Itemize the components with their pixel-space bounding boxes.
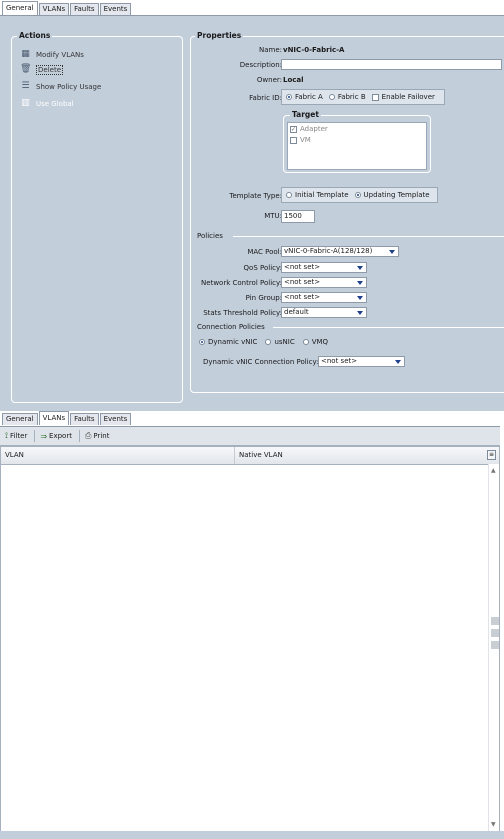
name-label: Name: (258, 46, 282, 54)
mac-pool-select[interactable]: vNIC-0-Fabric-A(128/128) (281, 246, 399, 257)
policies-divider (233, 236, 504, 237)
target-title: Target (290, 110, 321, 119)
fabric-id-group: Fabric A Fabric B Enable Failover (281, 89, 445, 105)
owner-label: Owner: (256, 76, 282, 84)
bottom-tab-bar: General VLANs Faults Events (0, 411, 132, 425)
tab-vlans[interactable]: VLANs (38, 3, 70, 15)
chevron-down-icon (357, 311, 363, 315)
template-type-label: Template Type: (229, 192, 282, 200)
delete-row-icon[interactable] (490, 629, 499, 637)
fabric-id-label: Fabric ID: (249, 94, 282, 102)
delete-icon: 🗑 (20, 64, 32, 74)
chevron-down-icon (357, 296, 363, 300)
export-icon: ⇒ (40, 431, 48, 441)
description-label: Description: (239, 61, 282, 69)
use-global-label: Use Global (36, 99, 74, 108)
info-icon[interactable] (490, 641, 499, 649)
vlan-toolbar: ⟟ Filter ⇒ Export ⎙ Print (0, 426, 500, 446)
modify-vlans-action[interactable]: ▦ Modify VLANs (20, 49, 84, 60)
print-icon: ⎙ (84, 431, 92, 440)
chevron-down-icon (357, 281, 363, 285)
chevron-down-icon (357, 266, 363, 270)
fabric-b-radio[interactable]: Fabric B (328, 93, 366, 101)
row-actions (489, 617, 500, 649)
add-icon[interactable] (490, 617, 499, 625)
mtu-label: MTU: (264, 212, 282, 220)
properties-title: Properties (195, 31, 244, 40)
policies-label: Policies (197, 232, 223, 240)
template-type-group: Initial Template Updating Template (281, 187, 438, 203)
filter-icon: ⟟ (5, 431, 8, 440)
chevron-down-icon (395, 360, 401, 364)
top-tab-bar: General VLANs Faults Events (0, 1, 132, 15)
table-header: VLAN Native VLAN ≡ (1, 447, 499, 465)
print-button[interactable]: ⎙ Print (83, 431, 112, 441)
tab-faults-bottom[interactable]: Faults (70, 413, 99, 425)
actions-box: Actions ▦ Modify VLANs 🗑 Delete ☰ Show P… (11, 31, 183, 403)
connection-policy-radios: Dynamic vNIC usNIC VMQ (199, 338, 328, 346)
pin-group-select[interactable]: <not set> (281, 292, 367, 303)
show-policy-usage-action[interactable]: ☰ Show Policy Usage (20, 81, 101, 92)
description-field[interactable] (281, 59, 502, 70)
tab-general[interactable]: General (2, 1, 38, 15)
dynamic-vnic-connection-policy-label: Dynamic vNIC Connection Policy: (203, 358, 319, 366)
tab-general-bottom[interactable]: General (2, 413, 38, 425)
vmq-radio[interactable]: VMQ (302, 338, 328, 346)
filter-button[interactable]: ⟟ Filter (3, 431, 29, 441)
delete-label: Delete (36, 64, 63, 75)
mac-pool-label: MAC Pool: (247, 248, 282, 256)
properties-box: Properties Name: vNIC-0-Fabric-A Descrip… (190, 31, 504, 393)
updating-template-radio[interactable]: Updating Template (354, 191, 430, 199)
modify-vlans-label: Modify VLANs (36, 50, 84, 59)
usnic-radio[interactable]: usNIC (265, 338, 295, 346)
scroll-down-icon[interactable]: ▼ (491, 821, 496, 828)
vlan-table: VLAN Native VLAN ≡ ▲ ▼ (0, 446, 500, 832)
chevron-down-icon (389, 250, 395, 254)
general-panel: Actions ▦ Modify VLANs 🗑 Delete ☰ Show P… (0, 15, 504, 411)
target-adapter[interactable]: ✓ Adapter (290, 125, 328, 133)
stats-threshold-policy-label: Stats Threshold Policy: (203, 309, 282, 317)
column-header-native-vlan[interactable]: Native VLAN (239, 451, 283, 459)
network-control-policy-select[interactable]: <not set> (281, 277, 367, 288)
fabric-a-radio[interactable]: Fabric A (286, 93, 323, 101)
connection-policies-label: Connection Policies (197, 323, 265, 331)
modify-icon: ▦ (21, 49, 30, 59)
actions-title: Actions (17, 31, 53, 40)
policy-usage-icon: ☰ (21, 81, 30, 91)
initial-template-radio[interactable]: Initial Template (286, 191, 349, 199)
bottom-strip (0, 831, 504, 839)
mtu-field[interactable]: 1500 (281, 210, 315, 223)
network-control-policy-label: Network Control Policy: (201, 279, 282, 287)
column-chooser-icon[interactable]: ≡ (487, 450, 496, 460)
target-vm[interactable]: VM (290, 136, 311, 144)
qos-policy-select[interactable]: <not set> (281, 262, 367, 273)
dynamic-vnic-radio[interactable]: Dynamic vNIC (199, 338, 257, 346)
connection-policies-divider (273, 327, 504, 328)
stats-threshold-policy-select[interactable]: default (281, 307, 367, 318)
dynamic-vnic-connection-policy-select[interactable]: <not set> (318, 356, 405, 367)
column-header-vlan[interactable]: VLAN (5, 451, 24, 459)
delete-action[interactable]: 🗑 Delete (20, 64, 63, 75)
export-button[interactable]: ⇒ Export (38, 432, 74, 441)
toolbar-separator (34, 430, 36, 442)
enable-failover-checkbox[interactable]: Enable Failover (371, 93, 435, 101)
target-box: Target ✓ Adapter VM (283, 110, 431, 173)
name-value: vNIC-0-Fabric-A (283, 46, 345, 54)
pin-group-label: Pin Group: (245, 294, 282, 302)
tab-vlans-bottom[interactable]: VLANs (38, 411, 70, 425)
scroll-up-icon[interactable]: ▲ (491, 467, 496, 474)
qos-policy-label: QoS Policy: (243, 264, 282, 272)
column-divider (234, 447, 235, 464)
tab-events-bottom[interactable]: Events (99, 413, 132, 425)
target-list: ✓ Adapter VM (287, 122, 427, 170)
show-policy-usage-label: Show Policy Usage (36, 82, 102, 91)
toolbar-separator (78, 430, 80, 442)
tab-faults[interactable]: Faults (70, 3, 99, 15)
owner-value: Local (283, 76, 304, 84)
tab-events[interactable]: Events (99, 3, 132, 15)
use-global-action: ▥ Use Global (20, 98, 74, 109)
use-global-icon: ▥ (21, 98, 30, 108)
